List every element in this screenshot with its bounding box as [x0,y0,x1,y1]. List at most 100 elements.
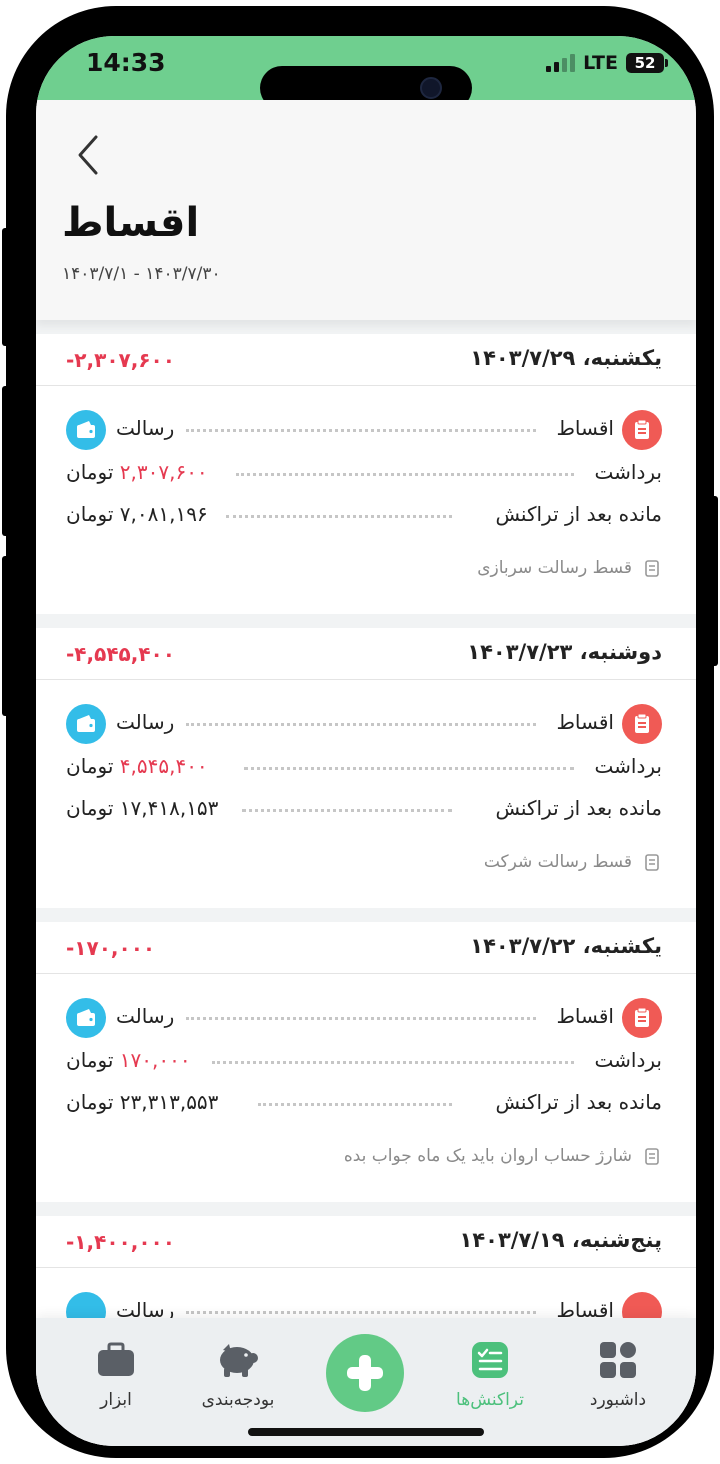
withdraw-row: برداشت ۱۷۰,۰۰۰ تومان [66,1042,662,1082]
withdraw-amount: ۱۷۰,۰۰۰ تومان [66,1048,191,1072]
status-bar: 14:33 LTE 52 [36,36,696,110]
power-button [710,496,718,666]
card-body: اقساط رسالت برداشت ۲,۳۰۷,۶۰۰ تومان مانده [36,386,696,614]
account-label: رسالت [116,1004,175,1028]
add-transaction-button[interactable] [326,1334,404,1412]
note-text: قسط رسالت شرکت [483,852,632,872]
currency-label: تومان [66,796,114,820]
balance-row: مانده بعد از تراکنش ۱۷,۴۱۸,۱۵۳ تومان [66,790,662,830]
note-icon [645,854,659,871]
withdraw-amount: ۴,۵۴۵,۴۰۰ تومان [66,754,208,778]
balance-amount: ۱۷,۴۱۸,۱۵۳ تومان [66,796,218,820]
category-row: اقساط رسالت [66,410,662,450]
nav-label: داشبورد [589,1390,647,1410]
note-icon [645,1148,659,1165]
withdraw-row: برداشت ۴,۵۴۵,۴۰۰ تومان [66,748,662,788]
withdraw-value: ۱۷۰,۰۰۰ [119,1048,191,1072]
signal-icon [546,54,576,72]
currency-label: تومان [66,502,114,526]
currency-label: تومان [66,460,114,484]
leader-dots [186,723,536,726]
currency-label: تومان [66,1090,114,1114]
note-text: شارژ حساب اروان باید یک ماه جواب بده [343,1146,632,1166]
transaction-note: قسط رسالت شرکت [484,852,662,872]
transaction-amount: -۱۷۰,۰۰۰ [66,936,156,960]
chevron-left-icon [78,135,98,175]
transaction-amount: -۲,۳۰۷,۶۰۰ [66,348,175,372]
nav-dashboard[interactable]: داشبورد [558,1338,678,1410]
nav-label: ابزار [100,1390,132,1410]
leader-dots [186,429,536,432]
note-icon [645,560,659,577]
wallet-icon [66,704,106,744]
withdraw-row: برداشت ۲,۳۰۷,۶۰۰ تومان [66,454,662,494]
toolbox-icon [98,1342,134,1376]
transaction-note: شارژ حساب اروان باید یک ماه جواب بده [344,1146,662,1166]
leader-dots [186,1017,536,1020]
bottom-navigation: ابزار بودجه‌بندی [36,1318,696,1446]
transaction-card[interactable]: یکشنبه، ۱۴۰۳/۷/۲۹ -۲,۳۰۷,۶۰۰ اقساط رسالت [36,334,696,614]
status-indicators: LTE 52 [546,52,668,74]
withdraw-value: ۲,۳۰۷,۶۰۰ [119,460,208,484]
category-label: اقساط [556,1004,614,1028]
withdraw-label: برداشت [594,1048,662,1072]
card-header: یکشنبه، ۱۴۰۳/۷/۲۲ -۱۷۰,۰۰۰ [36,922,696,974]
volume-up-button [2,228,10,346]
transaction-card[interactable]: دوشنبه، ۱۴۰۳/۷/۲۳ -۴,۵۴۵,۴۰۰ اقساط رسالت [36,628,696,908]
nav-budgeting[interactable]: بودجه‌بندی [178,1338,298,1410]
balance-amount: ۷,۰۸۱,۱۹۶ تومان [66,502,208,526]
battery-icon: 52 [626,53,668,73]
balance-amount: ۲۳,۳۱۳,۵۵۳ تومان [66,1090,218,1114]
screen: 14:33 LTE 52 اقساط ۱۴۰۳/۷/۳۰ - ۱۴۰۳/۷/۱ [36,36,696,1446]
clipboard-icon [622,410,662,450]
clipboard-icon [622,998,662,1038]
status-time: 14:33 [86,48,166,77]
card-body: اقساط رسالت برداشت ۴,۵۴۵,۴۰۰ تومان مانده [36,680,696,908]
wallet-icon [66,998,106,1038]
transaction-date: یکشنبه، ۱۴۰۳/۷/۲۹ [470,346,662,370]
balance-label: مانده بعد از تراکنش [495,1090,662,1114]
balance-row: مانده بعد از تراکنش ۲۳,۳۱۳,۵۵۳ تومان [66,1084,662,1124]
category-label: اقساط [556,416,614,440]
phone-frame: 14:33 LTE 52 اقساط ۱۴۰۳/۷/۳۰ - ۱۴۰۳/۷/۱ [2,6,718,1458]
withdraw-value: ۴,۵۴۵,۴۰۰ [119,754,208,778]
balance-value: ۲۳,۳۱۳,۵۵۳ [119,1090,219,1114]
back-button[interactable] [66,130,110,180]
card-body: اقساط رسالت برداشت ۱۷۰,۰۰۰ تومان مانده ب… [36,974,696,1202]
nav-label: بودجه‌بندی [201,1390,275,1410]
nav-transactions[interactable]: تراکنش‌ها [430,1338,550,1410]
balance-label: مانده بعد از تراکنش [495,796,662,820]
leader-dots [212,1061,574,1064]
balance-value: ۷,۰۸۱,۱۹۶ [119,502,208,526]
camera-icon [420,77,442,99]
balance-label: مانده بعد از تراکنش [495,502,662,526]
nav-label: تراکنش‌ها [456,1390,524,1410]
clipboard-icon [622,704,662,744]
transaction-amount: -۴,۵۴۵,۴۰۰ [66,642,175,666]
card-header: پنج‌شنبه، ۱۴۰۳/۷/۱۹ -۱,۴۰۰,۰۰۰ [36,1216,696,1268]
date-range: ۱۴۰۳/۷/۳۰ - ۱۴۰۳/۷/۱ [62,264,221,284]
page-header: اقساط ۱۴۰۳/۷/۳۰ - ۱۴۰۳/۷/۱ [36,100,696,320]
account-label: رسالت [116,416,175,440]
battery-level: 52 [634,54,656,72]
side-switch [2,556,10,716]
currency-label: تومان [66,1048,114,1072]
leader-dots [226,515,452,518]
transaction-amount: -۱,۴۰۰,۰۰۰ [66,1230,175,1254]
nav-tools[interactable]: ابزار [56,1338,176,1410]
card-header: یکشنبه، ۱۴۰۳/۷/۲۹ -۲,۳۰۷,۶۰۰ [36,334,696,386]
note-text: قسط رسالت سربازی [477,558,632,578]
transaction-date: یکشنبه، ۱۴۰۳/۷/۲۲ [470,934,662,958]
transaction-card[interactable]: یکشنبه، ۱۴۰۳/۷/۲۲ -۱۷۰,۰۰۰ اقساط رسالت ب… [36,922,696,1202]
leader-dots [258,1103,452,1106]
dashboard-grid-icon [600,1342,636,1378]
transaction-note: قسط رسالت سربازی [477,558,662,578]
card-header: دوشنبه، ۱۴۰۳/۷/۲۳ -۴,۵۴۵,۴۰۰ [36,628,696,680]
category-label: اقساط [556,710,614,734]
leader-dots [242,809,452,812]
home-indicator [248,1428,484,1436]
currency-label: تومان [66,754,114,778]
balance-value: ۱۷,۴۱۸,۱۵۳ [119,796,219,820]
page-title: اقساط [62,200,200,246]
leader-dots [244,767,574,770]
